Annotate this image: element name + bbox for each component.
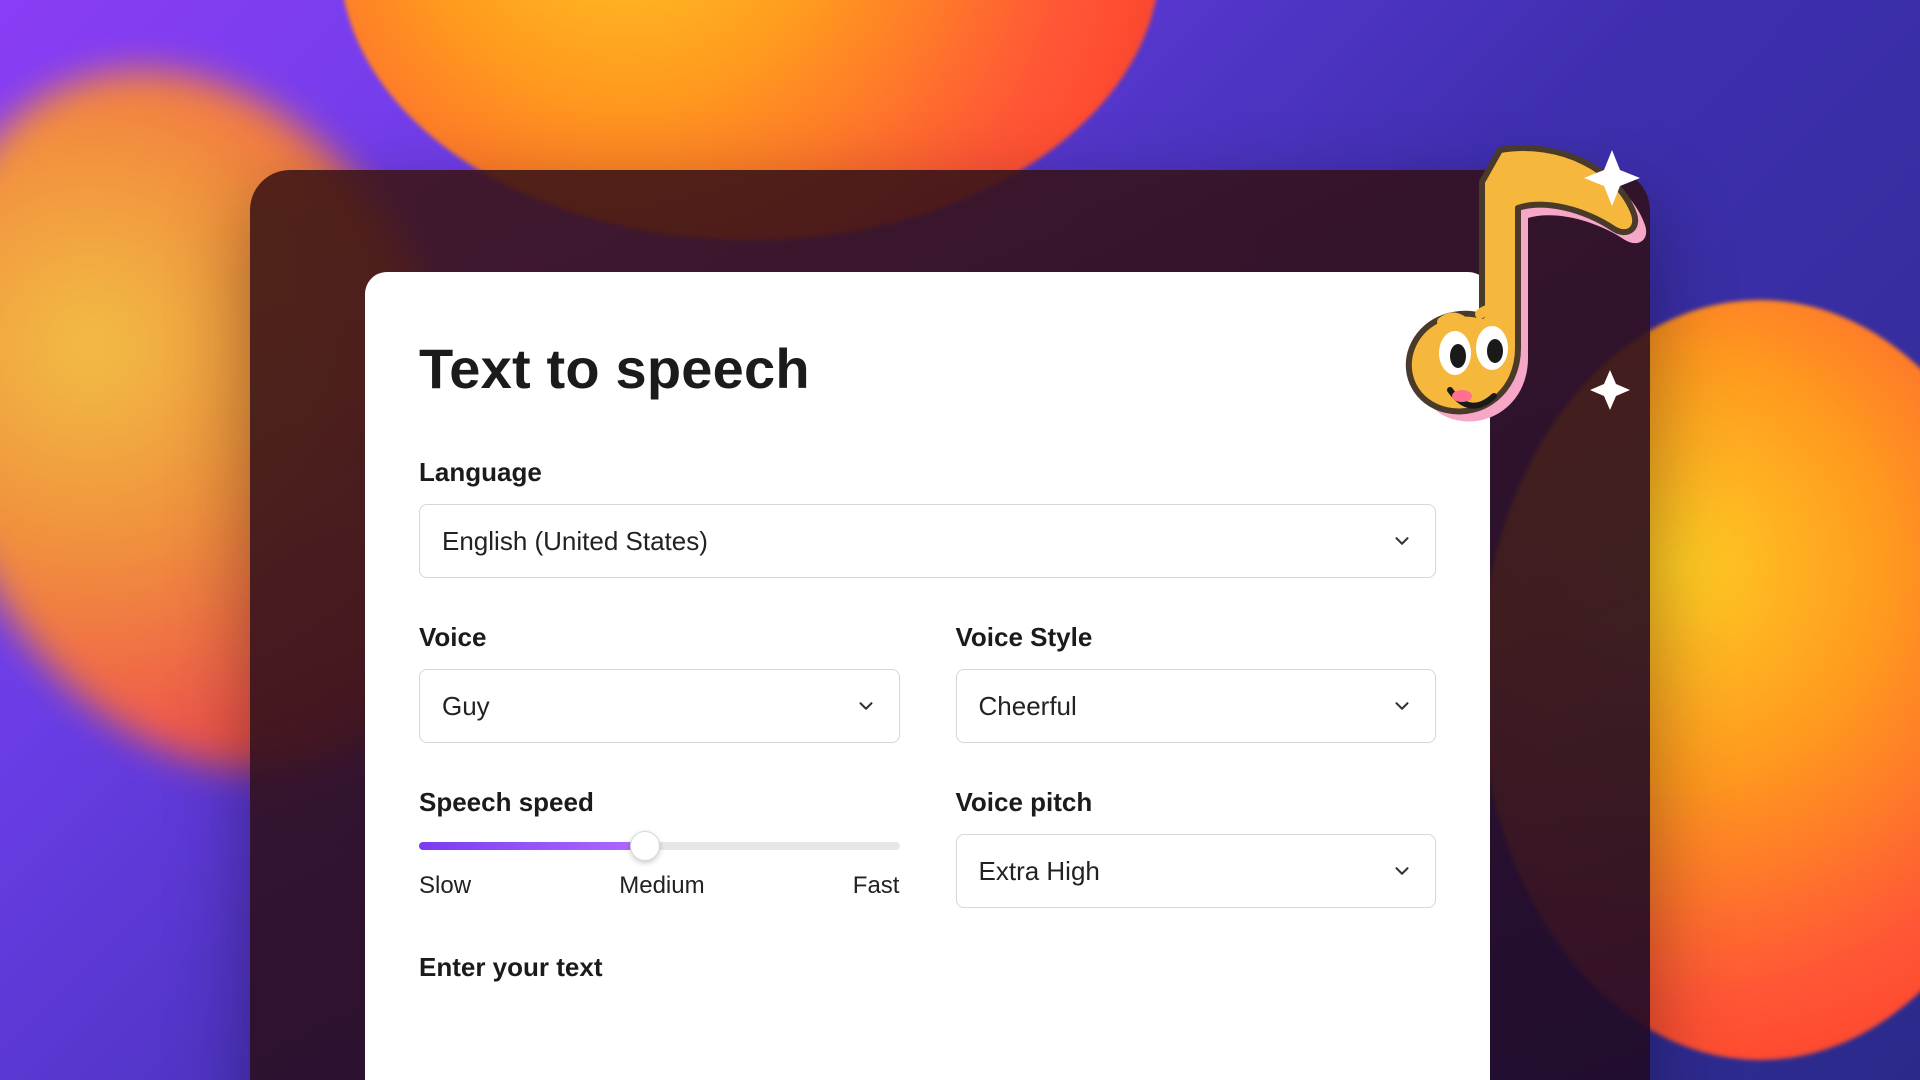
text-label: Enter your text xyxy=(419,952,1436,983)
speed-max-label: Fast xyxy=(853,872,900,900)
tts-card: Text to speech Language English (United … xyxy=(365,272,1490,1080)
chevron-down-icon xyxy=(1391,695,1413,717)
chevron-down-icon xyxy=(1391,530,1413,552)
pitch-select[interactable]: Extra High xyxy=(956,834,1437,908)
speed-field: Speech speed Slow Medium Fast xyxy=(419,787,900,900)
language-label: Language xyxy=(419,457,1436,488)
pitch-field: Voice pitch Extra High xyxy=(956,787,1437,908)
voice-style-label: Voice Style xyxy=(956,622,1437,653)
pitch-label: Voice pitch xyxy=(956,787,1437,818)
voice-value: Guy xyxy=(442,691,490,722)
text-field: Enter your text xyxy=(419,952,1436,983)
speed-slider-fill xyxy=(419,842,645,850)
language-select[interactable]: English (United States) xyxy=(419,504,1436,578)
pitch-value: Extra High xyxy=(979,856,1100,887)
language-value: English (United States) xyxy=(442,526,708,557)
speed-min-label: Slow xyxy=(419,872,471,900)
background: Text to speech Language English (United … xyxy=(0,0,1920,1080)
page-title: Text to speech xyxy=(419,336,1436,401)
chevron-down-icon xyxy=(855,695,877,717)
speed-mid-label: Medium xyxy=(619,872,704,900)
voice-style-field: Voice Style Cheerful xyxy=(956,622,1437,743)
speed-slider-thumb[interactable] xyxy=(630,831,660,861)
speed-slider[interactable] xyxy=(419,842,900,850)
chevron-down-icon xyxy=(1391,860,1413,882)
speed-tick-labels: Slow Medium Fast xyxy=(419,872,900,900)
voice-style-select[interactable]: Cheerful xyxy=(956,669,1437,743)
speed-label: Speech speed xyxy=(419,787,900,818)
voice-select[interactable]: Guy xyxy=(419,669,900,743)
voice-style-value: Cheerful xyxy=(979,691,1077,722)
voice-field: Voice Guy xyxy=(419,622,900,743)
voice-label: Voice xyxy=(419,622,900,653)
language-field: Language English (United States) xyxy=(419,457,1436,578)
